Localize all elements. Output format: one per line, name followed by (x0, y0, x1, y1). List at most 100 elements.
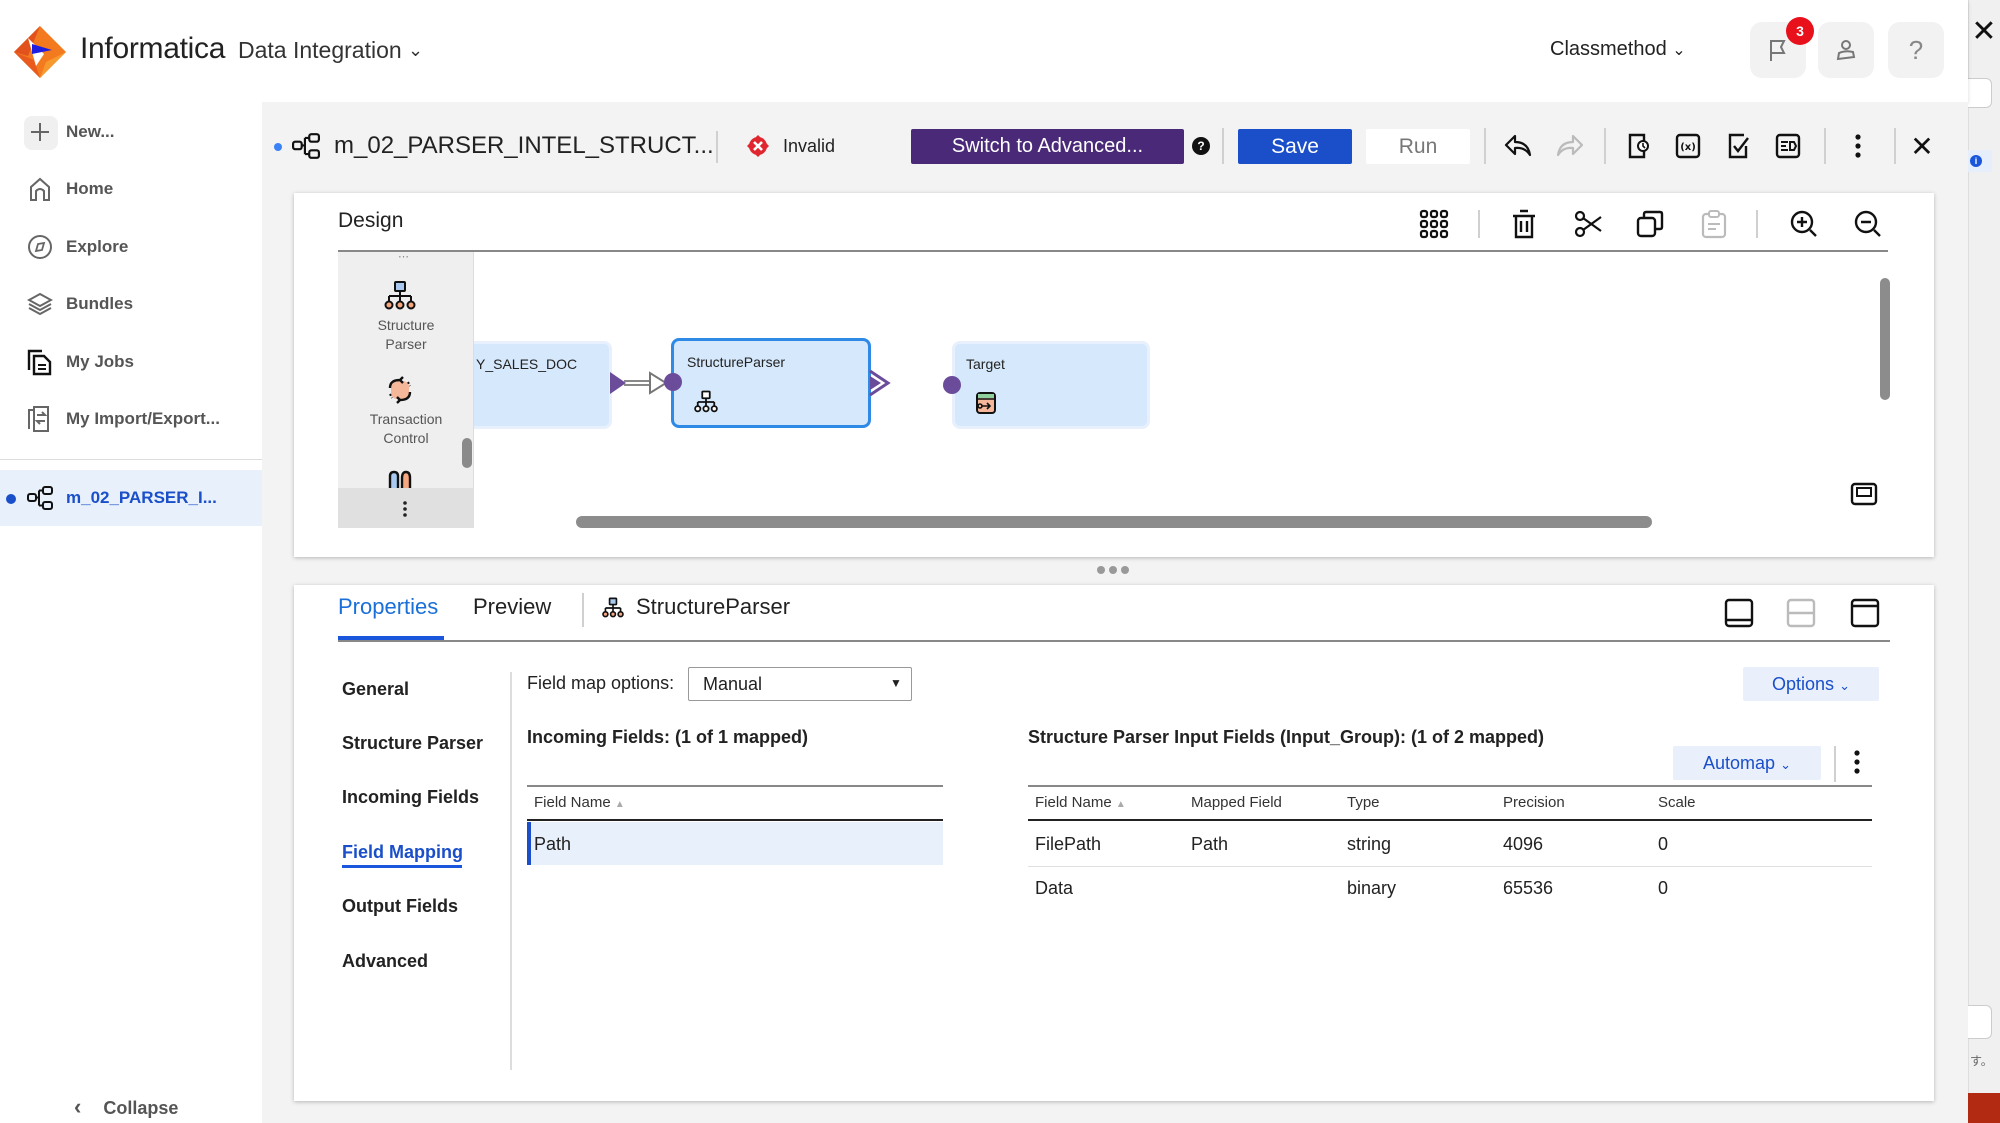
open-tab-label[interactable]: m_02_PARSER_I... (66, 488, 217, 508)
more-vertical-icon (1855, 134, 1861, 158)
expression-button[interactable]: (x) (1670, 128, 1706, 164)
field-map-options-select[interactable]: Manual (688, 667, 912, 701)
palette-item-transaction-control[interactable]: Transaction Control (338, 410, 474, 448)
menu-incoming-fields[interactable]: Incoming Fields (342, 787, 479, 808)
col-precision[interactable]: Precision (1503, 794, 1565, 811)
panel-splitter-handle[interactable] (1097, 566, 1129, 574)
sidebar-item-bundles[interactable]: Bundles (24, 284, 133, 324)
column-header: Field Name (1035, 794, 1112, 811)
incoming-col-field-name[interactable]: Field Name ▲ (534, 794, 625, 811)
palette-scrollbar[interactable] (462, 438, 472, 468)
background-input[interactable] (1968, 78, 1992, 108)
input-port[interactable] (943, 376, 961, 394)
save-button[interactable]: Save (1238, 129, 1352, 164)
canvas-vertical-scrollbar[interactable] (1880, 278, 1890, 400)
mapping-properties-button[interactable] (1770, 128, 1806, 164)
menu-output-fields[interactable]: Output Fields (342, 896, 458, 917)
unsaved-dot (274, 143, 282, 151)
collapse-label: Collapse (103, 1098, 179, 1118)
panel-bottom-icon (1724, 598, 1754, 628)
split-view-button[interactable] (1786, 598, 1816, 633)
palette-item-structure-parser[interactable]: Structure Parser (338, 316, 474, 354)
menu-structure-parser[interactable]: Structure Parser (342, 733, 483, 754)
switch-to-advanced-button[interactable]: Switch to Advanced... (911, 129, 1184, 164)
automap-button[interactable]: Automap ⌄ (1673, 746, 1821, 780)
sidebar-item-my-jobs[interactable]: My Jobs (24, 342, 134, 382)
output-port[interactable] (866, 368, 892, 398)
col-type[interactable]: Type (1347, 794, 1380, 811)
cell-precision: 65536 (1503, 878, 1554, 898)
delete-button[interactable] (1504, 204, 1544, 244)
incoming-field-name: Path (534, 834, 572, 854)
transaction-control-icon[interactable] (384, 374, 416, 406)
canvas-horizontal-scrollbar[interactable] (576, 516, 1652, 528)
target-icon (976, 392, 996, 414)
structure-parser-node[interactable] (671, 338, 871, 428)
notification-badge: 3 (1786, 17, 1814, 45)
close-tab-button[interactable]: ✕ (1904, 128, 1940, 164)
menu-advanced[interactable]: Advanced (342, 951, 428, 972)
structure-parser-icon[interactable] (384, 280, 416, 312)
sort-asc-icon: ▲ (614, 799, 625, 810)
cell-scale: 0 (1658, 878, 1669, 898)
zoom-out-button[interactable] (1848, 204, 1888, 244)
minimap-icon[interactable] (1850, 482, 1878, 506)
undo-button[interactable] (1500, 128, 1536, 164)
more-vertical-icon[interactable] (1853, 750, 1861, 774)
structure-parser-icon (694, 390, 718, 413)
user-profile-button[interactable] (1818, 22, 1874, 78)
sidebar-item-import-export[interactable]: My Import/Export... (24, 399, 220, 439)
union-icon[interactable] (386, 470, 414, 490)
palette-toggle-button[interactable] (1414, 204, 1454, 244)
redo-button[interactable] (1552, 128, 1588, 164)
close-icon[interactable]: ✕ (1968, 14, 2000, 50)
input-port[interactable] (664, 373, 682, 391)
sidebar-item-new[interactable]: New... (24, 112, 115, 152)
target-node[interactable] (952, 341, 1150, 429)
dock-bottom-button[interactable] (1724, 598, 1754, 633)
sidebar-item-home[interactable]: Home (24, 169, 113, 209)
tab-properties[interactable]: Properties (338, 594, 438, 620)
product-switcher[interactable]: Data Integration (238, 37, 402, 64)
col-scale[interactable]: Scale (1658, 794, 1696, 811)
chevron-down-icon: ⌄ (1839, 678, 1850, 693)
org-switcher[interactable]: Classmethod ⌄ (1550, 38, 1686, 61)
caret-down-icon[interactable]: ▼ (890, 676, 902, 690)
toolbar-divider (1222, 128, 1224, 164)
palette-label: Transaction (369, 411, 443, 427)
copy-button[interactable] (1630, 204, 1670, 244)
col-field-name[interactable]: Field Name ▲ (1035, 794, 1126, 811)
sidebar-item-label: Home (66, 179, 114, 198)
collapse-button[interactable]: ‹ Collapse (74, 1094, 178, 1120)
incoming-fields-title: Incoming Fields: (1 of 1 mapped) (527, 727, 809, 747)
run-button[interactable]: Run (1366, 129, 1470, 164)
chevron-down-icon[interactable]: ⌄ (408, 40, 423, 61)
validation-status[interactable]: Invalid (783, 136, 835, 157)
cell-mapped-field[interactable]: Path (1191, 834, 1228, 855)
parameters-button[interactable] (1620, 128, 1656, 164)
tab-preview[interactable]: Preview (473, 594, 551, 620)
menu-general[interactable]: General (342, 679, 409, 700)
options-button[interactable]: Options ⌄ (1743, 667, 1879, 701)
help-icon[interactable]: ? (1192, 137, 1210, 155)
redo-icon (1556, 134, 1584, 157)
menu-field-mapping[interactable]: Field Mapping (342, 842, 463, 863)
zoom-in-button[interactable] (1784, 204, 1824, 244)
dock-top-button[interactable] (1850, 598, 1880, 633)
cut-button[interactable] (1568, 204, 1608, 244)
sidebar-item-explore[interactable]: Explore (24, 227, 128, 267)
more-actions-button[interactable] (1840, 128, 1876, 164)
col-mapped-field[interactable]: Mapped Field (1191, 794, 1282, 811)
panel-top-icon (1850, 598, 1880, 628)
link-arrow[interactable] (610, 368, 672, 398)
tabs-divider (338, 640, 1890, 642)
source-node[interactable] (474, 341, 612, 429)
table-row[interactable] (1028, 822, 1872, 865)
background-input[interactable] (1968, 1005, 1992, 1039)
table-row[interactable] (1028, 867, 1872, 910)
validate-button[interactable] (1720, 128, 1756, 164)
paste-button[interactable] (1694, 204, 1734, 244)
help-button[interactable]: ? (1888, 22, 1944, 78)
more-vertical-icon[interactable] (402, 500, 408, 518)
incoming-table-row[interactable] (527, 822, 943, 865)
